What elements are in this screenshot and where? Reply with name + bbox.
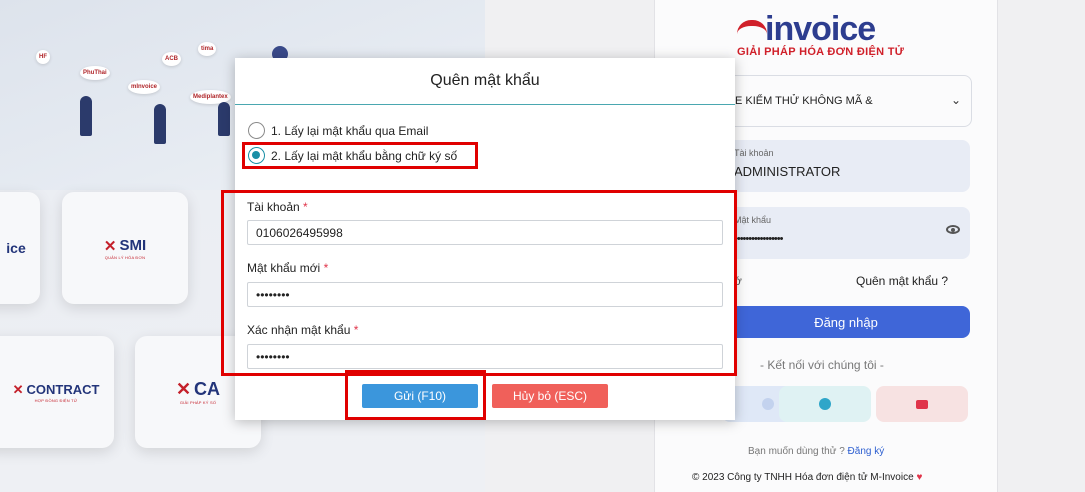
confirm-password-label-text: Xác nhận mật khẩu — [247, 323, 351, 337]
cancel-button[interactable]: Hủy bỏ (ESC) — [492, 384, 608, 408]
account-label: Tài khoản * — [247, 200, 308, 214]
option-email-radio-row[interactable]: 1. Lấy lại mật khẩu qua Email — [248, 122, 428, 139]
option-email-label[interactable]: 1. Lấy lại mật khẩu qua Email — [271, 124, 428, 138]
send-button[interactable]: Gửi (F10) — [362, 384, 478, 408]
confirm-password-label: Xác nhận mật khẩu * — [247, 323, 358, 337]
required-mark: * — [303, 200, 308, 214]
option-signature-radio[interactable] — [248, 147, 265, 164]
account-input[interactable] — [247, 220, 723, 245]
dialog-title: Quên mật khẩu — [430, 72, 540, 89]
required-mark: * — [353, 323, 359, 337]
confirm-password-input[interactable] — [247, 344, 723, 369]
option-email-radio[interactable] — [248, 122, 265, 139]
new-password-input[interactable] — [247, 282, 723, 307]
new-password-label-text: Mật khẩu mới — [247, 261, 321, 275]
dialog-header: Quên mật khẩu — [235, 58, 735, 105]
forgot-password-dialog: Quên mật khẩu 1. Lấy lại mật khẩu qua Em… — [235, 58, 735, 420]
option-signature-label[interactable]: 2. Lấy lại mật khẩu bằng chữ ký số — [271, 149, 457, 163]
required-mark: * — [323, 261, 329, 275]
new-password-label: Mật khẩu mới * — [247, 261, 328, 275]
option-signature-radio-row[interactable]: 2. Lấy lại mật khẩu bằng chữ ký số — [248, 147, 457, 164]
account-label-text: Tài khoản — [247, 200, 300, 214]
